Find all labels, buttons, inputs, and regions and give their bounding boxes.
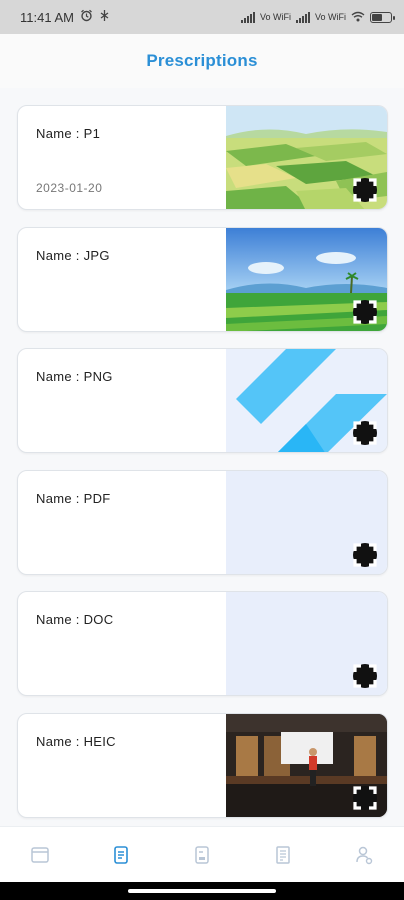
wifi-icon xyxy=(351,11,365,24)
prescription-name: Name : JPG xyxy=(36,248,110,263)
prescription-list[interactable]: Name : P1 2023-01-20 Name : JPG Name: P… xyxy=(0,88,404,826)
prescription-name: Name : P1 xyxy=(36,126,101,141)
prescription-card[interactable]: Name : PNG xyxy=(17,348,388,453)
signal-strength-2-icon xyxy=(295,11,310,23)
farm-fields-image[interactable] xyxy=(226,106,387,209)
signal-strength-1-icon xyxy=(240,11,255,23)
network-label-2: Vo WiFi xyxy=(314,12,346,22)
prescription-card[interactable]: Name : JPG xyxy=(17,227,388,332)
prescription-card[interactable]: Name : PDF xyxy=(17,470,388,575)
battery-level xyxy=(372,13,383,21)
flutter-logo-image[interactable] xyxy=(226,349,387,452)
app-header: Prescriptions xyxy=(0,34,404,88)
dashboard-icon[interactable] xyxy=(20,835,60,875)
status-bar: 11:41 AM Vo WiFi Vo WiFi xyxy=(0,0,404,34)
prescription-name: Name : PDF xyxy=(36,491,111,506)
expand-icon[interactable] xyxy=(353,300,377,324)
green-landscape-image[interactable] xyxy=(226,228,387,331)
bottom-navigation xyxy=(0,826,404,882)
gesture-bar xyxy=(0,882,404,900)
status-time: 11:41 AM xyxy=(20,9,74,25)
prescription-date: 2023-01-20 xyxy=(36,181,103,195)
notebook-icon[interactable] xyxy=(182,835,222,875)
battery-icon xyxy=(370,11,395,23)
blank-placeholder[interactable] xyxy=(226,471,387,574)
alarm-icon xyxy=(80,9,93,25)
expand-icon[interactable] xyxy=(353,664,377,688)
prescription-name: Name : HEIC xyxy=(36,734,116,749)
expand-icon[interactable] xyxy=(353,786,377,810)
notification-icon xyxy=(99,9,110,25)
profile-icon[interactable] xyxy=(344,835,384,875)
home-indicator[interactable] xyxy=(128,889,276,893)
expand-icon[interactable] xyxy=(353,421,377,445)
prescriptions-icon[interactable] xyxy=(101,835,141,875)
prescription-card[interactable]: Name : DOC xyxy=(17,591,388,696)
expand-icon[interactable] xyxy=(353,543,377,567)
document-icon[interactable] xyxy=(263,835,303,875)
prescription-name: Name : PNG xyxy=(36,369,113,384)
stage-photo-image[interactable] xyxy=(226,714,387,817)
expand-icon[interactable] xyxy=(353,178,377,202)
prescription-card[interactable]: Name : P1 2023-01-20 xyxy=(17,105,388,210)
blank-placeholder[interactable] xyxy=(226,592,387,695)
network-label-1: Vo WiFi xyxy=(259,12,291,22)
page-title: Prescriptions xyxy=(146,51,258,70)
prescription-card[interactable]: Name : HEIC xyxy=(17,713,388,818)
prescription-name: Name : DOC xyxy=(36,612,114,627)
